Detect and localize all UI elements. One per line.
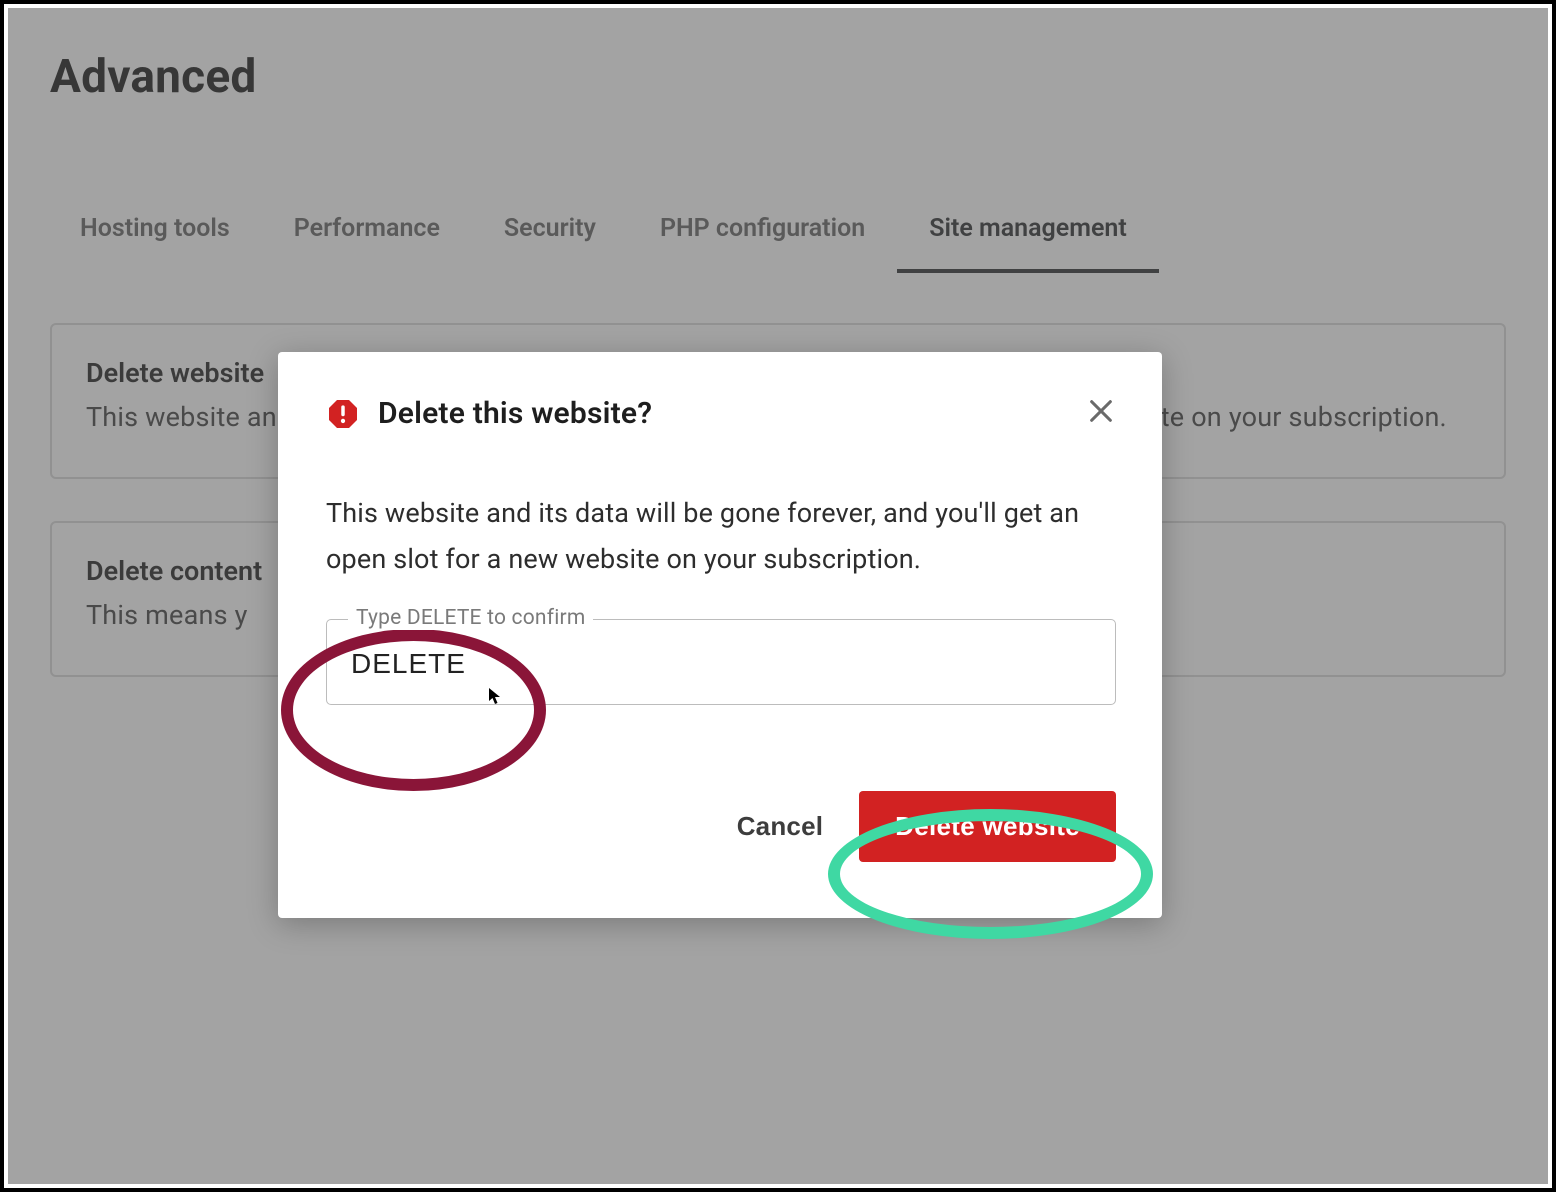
cancel-button[interactable]: Cancel xyxy=(733,801,827,852)
confirm-field: Type DELETE to confirm xyxy=(326,619,1116,705)
confirm-input[interactable] xyxy=(326,619,1116,705)
close-icon xyxy=(1087,397,1115,425)
modal-actions: Cancel Delete website xyxy=(326,791,1116,862)
delete-website-modal: Delete this website? This website and it… xyxy=(278,352,1162,918)
modal-body: This website and its data will be gone f… xyxy=(326,491,1116,583)
delete-website-button[interactable]: Delete website xyxy=(859,791,1116,862)
modal-header: Delete this website? xyxy=(326,396,1116,431)
modal-title: Delete this website? xyxy=(378,396,652,431)
confirm-field-label: Type DELETE to confirm xyxy=(348,606,593,630)
close-button[interactable] xyxy=(1084,394,1118,428)
alert-icon xyxy=(326,397,360,431)
